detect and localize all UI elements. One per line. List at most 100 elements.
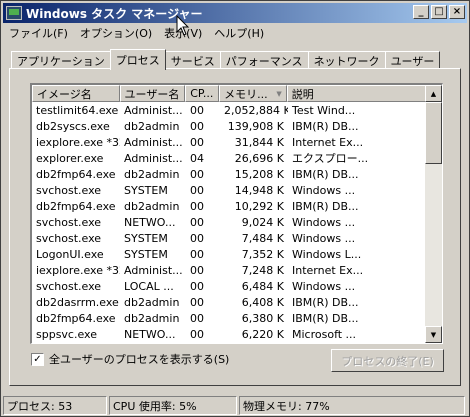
table-row[interactable]: iexplore.exe *32 Administ... 00 7,248 K Inte… bbox=[32, 262, 428, 278]
row-cpu: 00 bbox=[190, 327, 204, 341]
row-image-name: testlimit64.exe bbox=[36, 103, 119, 117]
mouse-cursor-icon bbox=[176, 15, 190, 36]
row-user-name: SYSTEM bbox=[124, 183, 168, 197]
table-row[interactable]: svchost.exe SYSTEM 00 14,948 K Windows ... bbox=[32, 182, 428, 198]
row-memory: 6,408 K bbox=[241, 295, 284, 309]
column-description[interactable]: 説明 bbox=[286, 85, 426, 102]
row-user-name: Administ... bbox=[124, 151, 183, 165]
row-user-name: db2admin bbox=[124, 295, 180, 309]
row-description: Internet Ex... bbox=[292, 263, 364, 277]
status-process-count: プロセス: 53 bbox=[3, 396, 107, 415]
row-memory: 7,248 K bbox=[241, 263, 284, 277]
row-cpu: 04 bbox=[190, 151, 204, 165]
row-description: IBM(R) DB... bbox=[292, 295, 359, 309]
row-memory: 7,352 K bbox=[241, 247, 284, 261]
maximize-button[interactable]: □ bbox=[431, 5, 447, 19]
row-image-name: iexplore.exe *32 bbox=[36, 135, 120, 149]
row-user-name: Administ... bbox=[124, 103, 183, 117]
tab-performance[interactable]: パフォーマンス bbox=[219, 51, 309, 69]
table-row[interactable]: testlimit64.exe Administ... 00 2,052,884 K T… bbox=[32, 102, 428, 118]
show-all-users-checkbox[interactable]: ✓ bbox=[31, 352, 44, 366]
process-list[interactable]: イメージ名 ユーザー名 CP... メモリ... ▼ 説明 testlimit6… bbox=[30, 83, 443, 344]
row-description: IBM(R) DB... bbox=[292, 167, 359, 181]
table-row[interactable]: svchost.exe LOCAL ... 00 6,484 K Windows ... bbox=[32, 278, 428, 294]
scroll-down-arrow-icon[interactable]: ▼ bbox=[425, 326, 442, 343]
table-row[interactable]: db2syscs.exe db2admin 00 139,908 K IBM(R) DB… bbox=[32, 118, 428, 134]
close-button[interactable]: × bbox=[449, 5, 465, 19]
row-description: Windows ... bbox=[292, 215, 356, 229]
row-description: IBM(R) DB... bbox=[292, 311, 359, 325]
end-process-button[interactable]: プロセスの終了(E) bbox=[331, 349, 444, 372]
row-description: Test Wind... bbox=[292, 103, 356, 117]
row-image-name: explorer.exe bbox=[36, 151, 104, 165]
vertical-scrollbar[interactable]: ▲ ▼ bbox=[425, 85, 442, 343]
tab-services[interactable]: サービス bbox=[164, 51, 221, 69]
table-row[interactable]: db2fmp64.exe db2admin 00 15,208 K IBM(R) DB.… bbox=[32, 166, 428, 182]
column-cpu[interactable]: CP... bbox=[185, 85, 220, 102]
table-row[interactable]: db2fmp64.exe db2admin 00 10,292 K IBM(R) DB.… bbox=[32, 198, 428, 214]
row-image-name: db2fmp64.exe bbox=[36, 311, 116, 325]
row-cpu: 00 bbox=[190, 183, 204, 197]
row-user-name: db2admin bbox=[124, 119, 180, 133]
row-description: IBM(R) DB... bbox=[292, 119, 359, 133]
row-memory: 26,696 K bbox=[234, 151, 284, 165]
title-bar[interactable]: Windows タスク マネージャー _ □ × bbox=[3, 3, 467, 23]
process-rows: testlimit64.exe Administ... 00 2,052,884 K T… bbox=[32, 102, 428, 342]
column-memory[interactable]: メモリ... ▼ bbox=[219, 85, 287, 102]
row-user-name: SYSTEM bbox=[124, 231, 168, 245]
scroll-up-arrow-icon[interactable]: ▲ bbox=[425, 85, 442, 102]
row-cpu: 00 bbox=[190, 231, 204, 245]
task-manager-icon bbox=[6, 6, 22, 20]
tab-users[interactable]: ユーザー bbox=[384, 51, 441, 69]
row-user-name: Administ... bbox=[124, 135, 183, 149]
table-row[interactable]: LogonUI.exe SYSTEM 00 7,352 K Windows L... bbox=[32, 246, 428, 262]
row-memory: 31,844 K bbox=[234, 135, 284, 149]
tab-strip: アプリケーション プロセス サービス パフォーマンス ネットワーク ユーザー bbox=[11, 49, 441, 70]
table-row[interactable]: db2fmp64.exe db2admin 00 6,380 K IBM(R) DB..… bbox=[32, 310, 428, 326]
row-user-name: Administ... bbox=[124, 263, 183, 277]
show-all-users-option[interactable]: ✓ 全ユーザーのプロセスを表示する(S) bbox=[31, 351, 229, 367]
table-row[interactable]: svchost.exe SYSTEM 00 7,484 K Windows ... bbox=[32, 230, 428, 246]
menu-options[interactable]: オプション(O) bbox=[74, 25, 158, 41]
tab-networking[interactable]: ネットワーク bbox=[307, 51, 386, 69]
row-cpu: 00 bbox=[190, 295, 204, 309]
task-manager-window: Windows タスク マネージャー _ □ × ファイル(F) オプション(O… bbox=[0, 0, 470, 417]
table-row[interactable]: iexplore.exe *32 Administ... 00 31,844 K Int… bbox=[32, 134, 428, 150]
row-image-name: svchost.exe bbox=[36, 183, 102, 197]
row-cpu: 00 bbox=[190, 263, 204, 277]
row-image-name: db2dasrrm.exe bbox=[36, 295, 119, 309]
process-list-header: イメージ名 ユーザー名 CP... メモリ... ▼ 説明 bbox=[32, 85, 426, 102]
row-cpu: 00 bbox=[190, 135, 204, 149]
row-memory: 14,948 K bbox=[234, 183, 284, 197]
row-user-name: db2admin bbox=[124, 199, 180, 213]
row-user-name: NETWO... bbox=[124, 215, 176, 229]
table-row[interactable]: explorer.exe Administ... 04 26,696 K エクスプロー.… bbox=[32, 150, 428, 166]
tab-processes[interactable]: プロセス bbox=[109, 49, 166, 70]
row-cpu: 00 bbox=[190, 311, 204, 325]
menu-help[interactable]: ヘルプ(H) bbox=[208, 25, 270, 41]
row-image-name: db2syscs.exe bbox=[36, 119, 110, 133]
row-cpu: 00 bbox=[190, 103, 204, 117]
row-image-name: svchost.exe bbox=[36, 231, 102, 245]
row-image-name: svchost.exe bbox=[36, 279, 102, 293]
minimize-button[interactable]: _ bbox=[413, 5, 429, 19]
table-row[interactable]: svchost.exe NETWO... 00 9,024 K Windows ... bbox=[32, 214, 428, 230]
row-image-name: sppsvc.exe bbox=[36, 327, 97, 341]
column-user-name[interactable]: ユーザー名 bbox=[119, 85, 186, 102]
column-memory-label: メモリ... bbox=[224, 87, 268, 101]
row-cpu: 00 bbox=[190, 247, 204, 261]
row-memory: 6,220 K bbox=[241, 327, 284, 341]
row-description: Windows ... bbox=[292, 231, 356, 245]
row-cpu: 00 bbox=[190, 215, 204, 229]
row-cpu: 00 bbox=[190, 167, 204, 181]
table-row[interactable]: db2dasrrm.exe db2admin 00 6,408 K IBM(R) DB.… bbox=[32, 294, 428, 310]
tab-applications[interactable]: アプリケーション bbox=[11, 51, 111, 69]
column-image-name[interactable]: イメージ名 bbox=[32, 85, 120, 102]
sort-descending-icon: ▼ bbox=[276, 89, 282, 98]
row-memory: 7,484 K bbox=[241, 231, 284, 245]
menu-file[interactable]: ファイル(F) bbox=[3, 25, 74, 41]
row-image-name: iexplore.exe *32 bbox=[36, 263, 120, 277]
table-row[interactable]: sppsvc.exe NETWO... 00 6,220 K Microsoft ... bbox=[32, 326, 428, 342]
row-description: IBM(R) DB... bbox=[292, 199, 359, 213]
scroll-thumb[interactable] bbox=[425, 102, 442, 164]
